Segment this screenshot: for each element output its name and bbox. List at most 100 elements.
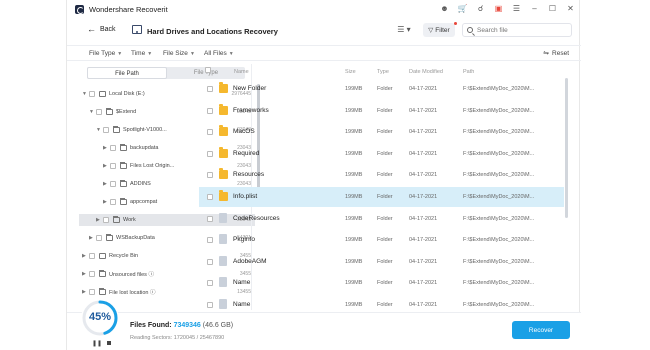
- row-checkbox[interactable]: [207, 302, 213, 308]
- chevron-right-icon[interactable]: ▶: [82, 253, 86, 259]
- tab-file-path[interactable]: File Path: [87, 67, 167, 79]
- minimize-icon[interactable]: –: [530, 3, 539, 13]
- tree-checkbox[interactable]: [110, 163, 116, 169]
- back-button[interactable]: ← Back: [87, 25, 116, 34]
- row-checkbox[interactable]: [207, 194, 213, 200]
- progress-percent: 45%: [88, 311, 112, 323]
- help-icon[interactable]: ⓘ: [148, 272, 154, 278]
- chevron-down-icon[interactable]: ▼: [89, 109, 94, 115]
- page-title: Hard Drives and Locations Recovery: [147, 27, 278, 36]
- file-list-scrollbar[interactable]: [565, 78, 568, 218]
- tree-checkbox[interactable]: [103, 127, 109, 133]
- row-checkbox[interactable]: [207, 86, 213, 92]
- chevron-down-icon[interactable]: ▼: [96, 127, 101, 133]
- folder-icon: [120, 180, 127, 187]
- column-path[interactable]: Path: [463, 69, 474, 75]
- file-type: Folder: [377, 194, 393, 200]
- row-checkbox[interactable]: [207, 215, 213, 222]
- chevron-down-icon[interactable]: ▼: [82, 91, 87, 97]
- pause-icon[interactable]: ❚❚: [92, 340, 102, 347]
- file-row[interactable]: AdobeAGM 199MB Folder 04-17-2021 F:\$Extend\…: [199, 252, 564, 272]
- select-all-checkbox[interactable]: [205, 67, 211, 73]
- file-size-dropdown[interactable]: File Size ▼: [163, 50, 195, 57]
- search-input[interactable]: [477, 26, 567, 34]
- file-row[interactable]: Resources 199MB Folder 04-17-2021 F:\$Extend…: [199, 165, 564, 185]
- folder-icon: [120, 162, 127, 169]
- file-row-selected[interactable]: Info.plist 199MB Folder 04-17-2021 F:\$Exten…: [199, 187, 564, 207]
- chevron-right-icon[interactable]: ▶: [103, 163, 107, 169]
- tree-checkbox[interactable]: [89, 253, 95, 259]
- chevron-right-icon[interactable]: ▶: [103, 199, 107, 205]
- folder-icon: [106, 234, 113, 241]
- filter-badge: [454, 22, 457, 25]
- close-icon[interactable]: ✕: [566, 3, 575, 13]
- row-checkbox[interactable]: [207, 150, 213, 157]
- file-row[interactable]: New Folder 199MB Folder 04-17-2021 F:\$Exten…: [199, 79, 564, 99]
- all-files-dropdown-label: All Files: [204, 50, 227, 57]
- file-date: 04-17-2021: [409, 237, 438, 244]
- menu-icon[interactable]: ☰: [512, 3, 521, 13]
- all-files-dropdown[interactable]: All Files ▼: [204, 50, 234, 57]
- row-checkbox[interactable]: [207, 258, 213, 265]
- file-date: 04-17-2021: [409, 150, 438, 157]
- file-path: F:\$Extend\MyDoc_2020\M...: [463, 302, 535, 308]
- user-icon[interactable]: ☻: [440, 3, 449, 13]
- stop-icon[interactable]: [107, 341, 111, 345]
- cart-icon[interactable]: 🛒: [458, 3, 468, 13]
- folder-icon: [219, 103, 228, 115]
- gift-icon[interactable]: ▣: [494, 3, 503, 13]
- tree-label: Files Lost Origin...: [130, 163, 175, 169]
- tree-checkbox[interactable]: [110, 145, 116, 151]
- row-checkbox[interactable]: [207, 280, 213, 287]
- maximize-icon[interactable]: ☐: [548, 3, 557, 13]
- headset-icon[interactable]: ☌: [476, 3, 485, 13]
- file-path: F:\$Extend\MyDoc_2020\M...: [463, 86, 535, 92]
- column-type[interactable]: Type: [377, 69, 389, 75]
- filter-button[interactable]: ▽ Filter: [423, 23, 455, 37]
- column-name[interactable]: Name: [234, 69, 249, 75]
- search-box[interactable]: [462, 23, 572, 37]
- tree-checkbox[interactable]: [89, 289, 95, 295]
- tree-checkbox[interactable]: [110, 181, 116, 187]
- file-date: 04-17-2021: [409, 107, 438, 114]
- file-name: New Folder: [233, 85, 267, 92]
- file-row[interactable]: Frameworks 199MB Folder 04-17-2021 F:\$Exten…: [199, 101, 564, 121]
- reset-button[interactable]: ⇋ Reset: [543, 49, 569, 58]
- time-dropdown[interactable]: Time ▼: [131, 50, 152, 57]
- file-type-dropdown[interactable]: File Type ▼: [89, 50, 122, 57]
- filter-row: File Type ▼ Time ▼ File Size ▼ All Files ▼ ⇋…: [67, 45, 581, 61]
- file-row[interactable]: PkgInfo 199MB Folder 04-17-2021 F:\$Extend\M…: [199, 230, 564, 250]
- file-row[interactable]: CodeResources 199MB Folder 04-17-2021 F:\$Ex…: [199, 209, 564, 229]
- tree-checkbox[interactable]: [96, 235, 102, 241]
- tree-checkbox[interactable]: [110, 199, 116, 205]
- chevron-right-icon[interactable]: ▶: [103, 181, 107, 187]
- tree-checkbox[interactable]: [89, 91, 95, 97]
- filter-icon: ▽: [428, 27, 434, 34]
- column-size[interactable]: Size: [345, 69, 356, 75]
- column-date-modified[interactable]: Date Modified: [409, 69, 443, 75]
- recover-button[interactable]: Recover: [512, 321, 570, 339]
- row-checkbox[interactable]: [207, 237, 213, 244]
- file-row[interactable]: Name 199MB Folder 04-17-2021 F:\$Extend\MyDo…: [199, 273, 564, 293]
- view-toggle-button[interactable]: ☰ ▾: [393, 23, 415, 36]
- help-icon[interactable]: ⓘ: [150, 290, 156, 296]
- chevron-right-icon[interactable]: ▶: [96, 217, 100, 223]
- tree-checkbox[interactable]: [103, 217, 109, 223]
- folder-icon: [120, 198, 127, 205]
- chevron-right-icon[interactable]: ▶: [82, 271, 86, 277]
- file-row[interactable]: MacOS 199MB Folder 04-17-2021 F:\$Extend\MyD…: [199, 122, 564, 142]
- folder-icon: [113, 126, 120, 133]
- chevron-right-icon[interactable]: ▶: [82, 289, 86, 295]
- row-checkbox[interactable]: [207, 129, 213, 136]
- hard-drive-icon: [132, 25, 142, 34]
- row-checkbox[interactable]: [207, 172, 213, 179]
- file-row[interactable]: Required 199MB Folder 04-17-2021 F:\$Extend\…: [199, 144, 564, 164]
- title-bar-icons: ☻ 🛒 ☌ ▣ ☰ – ☐ ✕: [440, 3, 575, 13]
- file-size: 199MB: [345, 280, 363, 287]
- row-checkbox[interactable]: [207, 107, 213, 114]
- chevron-right-icon[interactable]: ▶: [89, 235, 93, 241]
- tree-checkbox[interactable]: [89, 271, 95, 277]
- tree-checkbox[interactable]: [96, 109, 102, 115]
- tree-label: appcompat: [130, 199, 158, 205]
- chevron-right-icon[interactable]: ▶: [103, 145, 107, 151]
